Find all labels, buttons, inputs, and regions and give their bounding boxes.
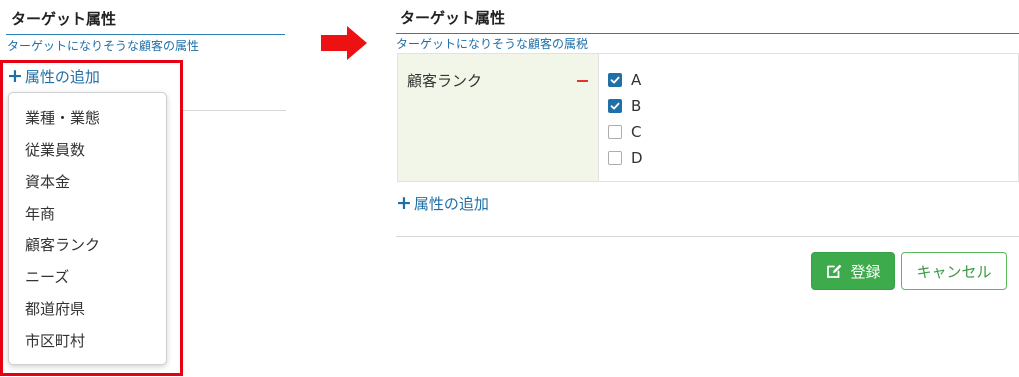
- menu-item-industry[interactable]: 業種・業態: [25, 107, 100, 128]
- section-subtitle: ターゲットになりそうな顧客の属性: [7, 39, 200, 53]
- menu-item-prefecture[interactable]: 都道府県: [25, 298, 85, 319]
- section-title: ターゲット属性: [400, 9, 506, 27]
- right-panel: ターゲット属性 ターゲットになりそうな顧客の属税 顧客ランク A B C D +…: [396, 0, 1019, 377]
- add-attribute-link[interactable]: + 属性の追加: [396, 193, 489, 214]
- menu-item-needs[interactable]: ニーズ: [25, 266, 69, 287]
- plus-icon: +: [396, 192, 412, 214]
- register-label: 登録: [850, 262, 881, 281]
- add-attribute-link[interactable]: + 属性の追加: [7, 66, 100, 87]
- menu-item-employees[interactable]: 従業員数: [25, 139, 85, 160]
- cancel-button[interactable]: キャンセル: [901, 252, 1007, 290]
- right-arrow-icon: [321, 26, 367, 60]
- section-divider: [396, 33, 1019, 34]
- attribute-dropdown-menu: 業種・業態 従業員数 資本金 年商 顧客ランク ニーズ 都道府県 市区町村: [8, 92, 167, 365]
- option-b[interactable]: B: [608, 93, 808, 119]
- menu-item-annual-sales[interactable]: 年商: [25, 203, 55, 224]
- add-attribute-label: 属性の追加: [24, 68, 100, 86]
- register-button[interactable]: 登録: [811, 252, 895, 290]
- checkbox-unchecked-icon[interactable]: [608, 125, 622, 139]
- menu-item-customer-rank[interactable]: 顧客ランク: [25, 234, 100, 255]
- edit-icon: [827, 264, 842, 278]
- attribute-name: 顧客ランク: [407, 72, 483, 90]
- checkbox-unchecked-icon[interactable]: [608, 151, 622, 165]
- option-label: B: [631, 97, 642, 115]
- remove-attribute-icon[interactable]: [577, 80, 588, 82]
- option-a[interactable]: A: [608, 67, 808, 93]
- section-divider: [6, 34, 285, 35]
- option-label: C: [631, 123, 642, 141]
- option-d[interactable]: D: [608, 145, 808, 171]
- attribute-options: A B C D: [608, 67, 808, 171]
- plus-icon: +: [7, 65, 23, 87]
- menu-item-city[interactable]: 市区町村: [25, 330, 85, 351]
- add-attribute-label: 属性の追加: [413, 195, 489, 213]
- section-bottom-divider: [182, 110, 286, 111]
- left-panel: ターゲット属性 ターゲットになりそうな顧客の属性 + 属性の追加 業種・業態 従…: [0, 0, 290, 377]
- checkbox-checked-icon[interactable]: [608, 99, 622, 113]
- option-label: D: [631, 149, 643, 167]
- attribute-name-cell: 顧客ランク: [398, 54, 599, 181]
- attribute-table: 顧客ランク A B C D: [397, 53, 1019, 182]
- option-label: A: [631, 71, 642, 89]
- section-subtitle: ターゲットになりそうな顧客の属税: [396, 37, 589, 51]
- form-divider: [396, 236, 1019, 237]
- section-title: ターゲット属性: [11, 10, 117, 28]
- menu-item-capital[interactable]: 資本金: [25, 171, 70, 192]
- checkbox-checked-icon[interactable]: [608, 73, 622, 87]
- option-c[interactable]: C: [608, 119, 808, 145]
